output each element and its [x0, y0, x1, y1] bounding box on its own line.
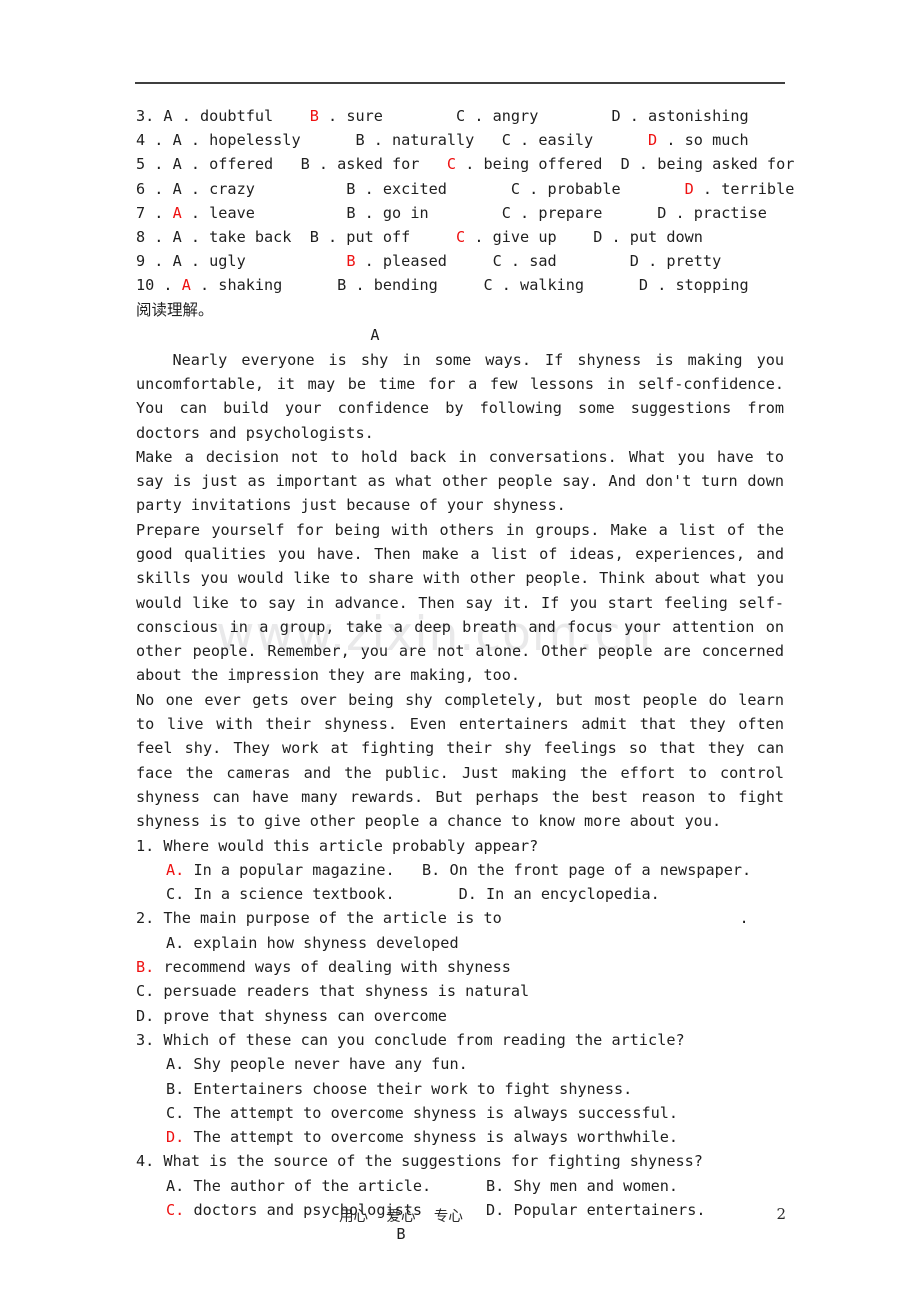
reading-section-heading: 阅读理解。	[136, 300, 214, 319]
text-run: recommend ways of dealing with shyness	[154, 958, 511, 977]
footer-motto: 用心 爱心 专心	[339, 1209, 463, 1225]
text-run: The attempt to overcome shyness is alway…	[184, 1128, 679, 1147]
cloze-option-row: 3. A . doubtful B . sure C . angry D . a…	[136, 104, 784, 128]
text-run: 8 . A . take back B . put off	[136, 228, 457, 247]
text-run: A. explain how shyness developed	[166, 933, 459, 952]
answer-letter: B.	[136, 958, 155, 977]
text-run: . so much	[657, 131, 749, 150]
text-run: C. persuade readers that shyness is natu…	[136, 982, 530, 1001]
cloze-option-row: 6 . A . crazy B . excited C . probable D…	[136, 177, 794, 201]
cloze-option-row: 4 . A . hopelessly B . naturally C . eas…	[136, 128, 784, 152]
question-option-row: B. recommend ways of dealing with shynes…	[136, 955, 784, 979]
page-number: 2	[776, 1205, 786, 1223]
page-footer: 用心 爱心 专心 2	[136, 1205, 786, 1229]
answer-letter: D.	[166, 1128, 185, 1147]
text-run: 10 .	[136, 276, 182, 295]
question-stem: 4. What is the source of the suggestions…	[136, 1152, 703, 1171]
cloze-option-row: 9 . A . ugly B . pleased C . sad D . pre…	[136, 249, 784, 273]
answer-letter: A	[172, 203, 182, 222]
answer-letter: D	[648, 131, 658, 150]
question-option-row: C. In a science textbook. D. In an encyc…	[136, 882, 784, 906]
text-run: B. Entertainers choose their work to fig…	[166, 1079, 633, 1098]
answer-letter: A	[181, 276, 191, 295]
cloze-answer-list: 3. A . doubtful B . sure C . angry D . a…	[136, 104, 794, 298]
question-option-row: C. The attempt to overcome shyness is al…	[136, 1101, 784, 1125]
question-option-row: A. In a popular magazine. B. On the fron…	[136, 858, 784, 882]
text-run: . terrible	[693, 179, 795, 198]
question-option-row: D. prove that shyness can overcome	[136, 1004, 784, 1028]
question-stem: 3. Which of these can you conclude from …	[136, 1030, 685, 1049]
page-content: 3. A . doubtful B . sure C . angry D . a…	[136, 104, 794, 1247]
text-run: 9 . A . ugly	[136, 252, 347, 271]
cloze-option-row: 7 . A . leave B . go in C . prepare D . …	[136, 201, 784, 225]
passage-paragraph: No one ever gets over being shy complete…	[136, 690, 784, 831]
text-run: In a popular magazine. B. On the front p…	[184, 860, 752, 879]
question-option-row: C. persuade readers that shyness is natu…	[136, 979, 784, 1003]
text-run: D. prove that shyness can overcome	[136, 1006, 447, 1025]
text-run: C. In a science textbook. D. In an encyc…	[166, 885, 660, 904]
cloze-option-row: 5 . A . offered B . asked for C . being …	[136, 152, 794, 176]
question-stem: 2. The main purpose of the article is to…	[136, 909, 749, 928]
question-option-row: A. explain how shyness developed	[136, 931, 784, 955]
question-option-row: B. Entertainers choose their work to fig…	[136, 1077, 784, 1101]
header-divider	[135, 82, 785, 84]
text-run: C. The attempt to overcome shyness is al…	[166, 1103, 679, 1122]
answer-letter: C	[456, 228, 466, 247]
answer-letter: A.	[166, 860, 185, 879]
passage-paragraph: Nearly everyone is shy in some ways. If …	[136, 350, 784, 442]
reading-question-list: 1. Where would this article probably app…	[136, 834, 784, 1223]
answer-letter: B	[309, 107, 319, 125]
question-option-row: D. The attempt to overcome shyness is al…	[136, 1125, 784, 1149]
text-run: 5 . A . offered B . asked for	[136, 155, 447, 174]
text-run: . sure C . angry D . astonishing	[318, 107, 749, 125]
text-run: . being offered D . being asked for	[456, 155, 795, 174]
cloze-option-row: 10 . A . shaking B . bending C . walking…	[136, 273, 784, 297]
answer-letter: D	[684, 179, 694, 198]
passage-a-label: A	[370, 325, 380, 344]
answer-letter: C	[446, 155, 457, 174]
text-run: 3. A . doubtful	[136, 107, 310, 125]
text-run: A. Shy people never have any fun.	[166, 1055, 468, 1074]
question-option-row: A. Shy people never have any fun.	[136, 1052, 784, 1076]
cloze-option-row: 8 . A . take back B . put off C . give u…	[136, 225, 784, 249]
passage-a-body: Nearly everyone is shy in some ways. If …	[136, 348, 784, 834]
question-stem: 1. Where would this article probably app…	[136, 836, 539, 855]
passage-paragraph: Prepare yourself for being with others i…	[136, 520, 784, 685]
passage-paragraph: Make a decision not to hold back in conv…	[136, 447, 784, 515]
text-run: . give up D . put down	[465, 228, 703, 247]
text-run: 4 . A . hopelessly B . naturally C . eas…	[136, 131, 649, 150]
text-run: 7 .	[136, 203, 173, 222]
text-run: A. The author of the article. B. Shy men…	[166, 1176, 679, 1195]
document-page: www.zixin.com.cn 3. A . doubtful B . sur…	[0, 0, 920, 1302]
question-option-row: A. The author of the article. B. Shy men…	[136, 1174, 784, 1198]
text-run: . pleased C . sad D . pretty	[355, 252, 722, 271]
text-run: . leave B . go in C . prepare D . practi…	[181, 203, 767, 222]
text-run: . shaking B . bending C . walking D . st…	[190, 276, 749, 295]
text-run: 6 . A . crazy B . excited C . probable	[136, 179, 685, 198]
